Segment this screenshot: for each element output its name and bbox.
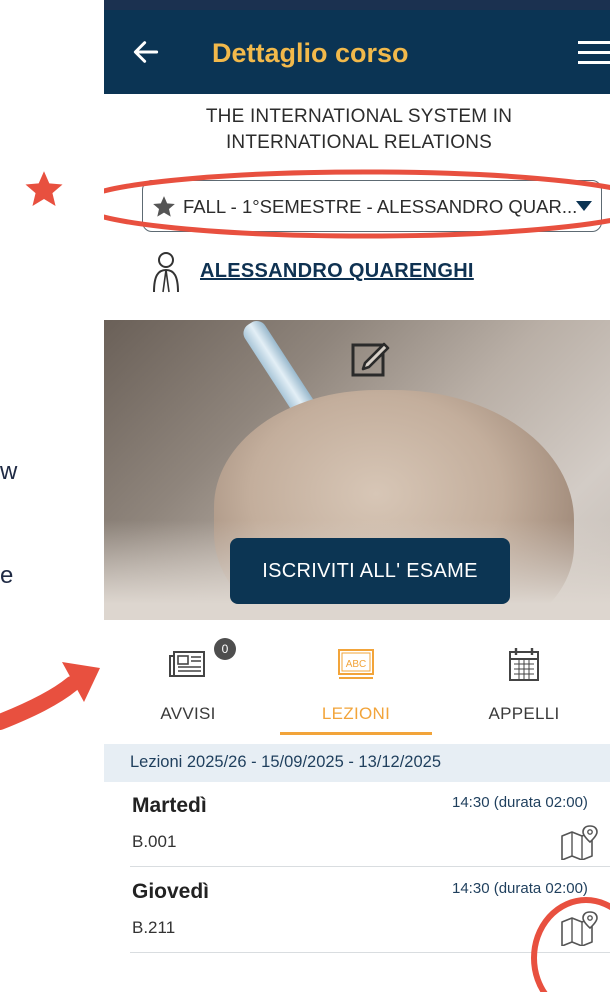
svg-text:ABC: ABC xyxy=(346,659,367,670)
lessons-period-header: Lezioni 2025/26 - 15/09/2025 - 13/12/202… xyxy=(104,744,610,782)
lesson-time: 14:30 (durata 02:00) xyxy=(452,794,588,811)
map-pin-icon[interactable] xyxy=(560,824,600,861)
screen: w e Dettaglio corso THE INTERNATIONAL SY… xyxy=(0,0,610,992)
lesson-room: B.211 xyxy=(132,918,176,937)
lessons-period-text: Lezioni 2025/26 - 15/09/2025 - 13/12/202… xyxy=(130,753,442,771)
lesson-day: Giovedì xyxy=(132,880,210,903)
slide-text-fragment: w xyxy=(0,458,18,485)
calendar-icon xyxy=(504,646,544,682)
arrow-left-icon[interactable] xyxy=(130,36,162,68)
enroll-exam-button[interactable]: ISCRIVITI ALL' ESAME xyxy=(230,538,510,604)
lesson-room: B.001 xyxy=(132,832,177,851)
row-divider xyxy=(130,866,610,867)
newspaper-icon xyxy=(168,646,208,682)
app-screen: Dettaglio corso THE INTERNATIONAL SYSTEM… xyxy=(104,0,610,992)
app-bar: Dettaglio corso xyxy=(104,10,610,94)
slide-text-fragment: e xyxy=(0,562,14,589)
annotation-arrow-icon xyxy=(0,640,104,735)
course-title-line: INTERNATIONAL RELATIONS xyxy=(225,132,493,153)
active-tab-indicator xyxy=(280,732,432,735)
tab-label: AVVISI xyxy=(160,704,216,723)
edit-icon[interactable] xyxy=(350,338,390,378)
course-hero-image: ISCRIVITI ALL' ESAME xyxy=(104,320,610,620)
page-title: Dettaglio corso xyxy=(212,38,409,68)
tab-lezioni[interactable]: ABC LEZIONI xyxy=(272,632,440,736)
notification-count-badge: 0 xyxy=(214,638,236,660)
lesson-row[interactable]: Martedì B.001 14:30 (durata 02:00) xyxy=(104,782,610,868)
teacher-icon xyxy=(148,250,184,294)
annotation-star-icon xyxy=(22,168,66,217)
tab-label: APPELLI xyxy=(488,704,560,723)
lesson-day: Martedì xyxy=(132,794,207,817)
course-title: THE INTERNATIONAL SYSTEM IN INTERNATIONA… xyxy=(144,104,574,156)
status-bar xyxy=(104,0,610,10)
teacher-name: ALESSANDRO QUARENGHI xyxy=(200,260,474,282)
abc-board-icon: ABC xyxy=(336,646,376,682)
tab-avvisi[interactable]: 0 AVVISI xyxy=(104,632,272,736)
course-tabs: 0 AVVISI ABC LEZIONI APPELLI xyxy=(104,632,610,742)
hamburger-menu-icon[interactable] xyxy=(578,40,610,66)
annotation-highlight-oval xyxy=(104,168,610,240)
course-title-line: THE INTERNATIONAL SYSTEM IN xyxy=(205,106,513,127)
tab-appelli[interactable]: APPELLI xyxy=(440,632,608,736)
annotation-highlight-circle xyxy=(524,892,610,992)
tab-label: LEZIONI xyxy=(321,704,391,723)
